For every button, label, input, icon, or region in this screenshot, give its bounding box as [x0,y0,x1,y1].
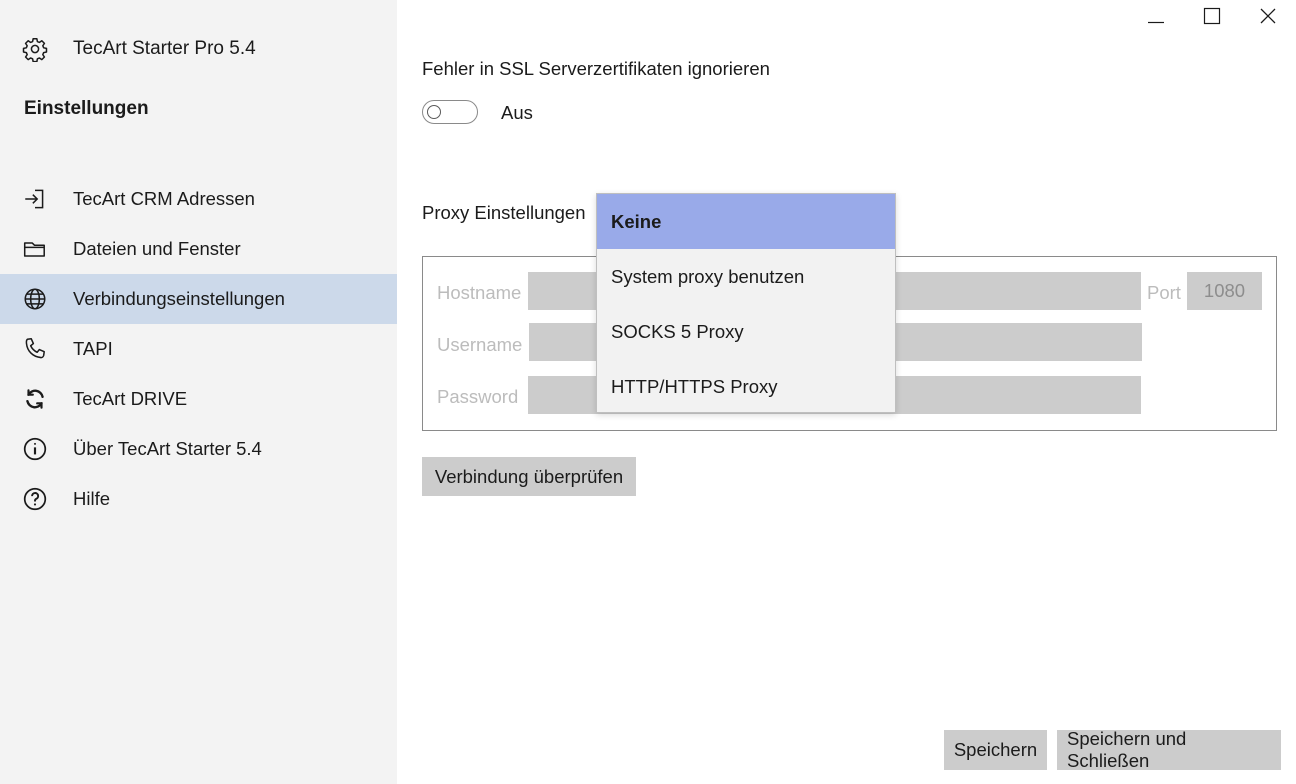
proxy-dropdown-list[interactable]: Keine System proxy benutzen SOCKS 5 Prox… [596,193,896,413]
phone-icon [22,336,48,362]
sidebar-item-dateien-fenster[interactable]: Dateien und Fenster [0,224,397,274]
sidebar-item-label: Hilfe [73,488,111,509]
sidebar-item-label: Dateien und Fenster [73,238,241,259]
dropdown-option-keine[interactable]: Keine [597,194,895,249]
sidebar-item-ueber[interactable]: Über TecArt Starter 5.4 [0,424,397,474]
dropdown-option-system-proxy[interactable]: System proxy benutzen [597,249,895,304]
sidebar-item-label: TAPI [73,338,113,359]
sidebar-item-verbindungseinstellungen[interactable]: Verbindungseinstellungen [0,274,397,324]
save-close-button[interactable]: Speichern und Schließen [1057,728,1281,771]
help-icon [22,486,48,512]
gear-icon [22,36,48,62]
username-label: Username [437,334,523,355]
port-label: Port [1147,282,1181,303]
ssl-toggle-state: Aus [501,102,533,123]
dropdown-option-socks5[interactable]: SOCKS 5 Proxy [597,304,895,359]
ssl-ignore-toggle[interactable] [422,100,478,124]
app-header: TecArt Starter Pro 5.4 [22,36,256,62]
sidebar-item-crm-adressen[interactable]: TecArt CRM Adressen [0,174,397,224]
ssl-ignore-label: Fehler in SSL Serverzertifikaten ignorie… [422,58,770,79]
sidebar-nav: TecArt CRM Adressen Dateien und Fenster [0,174,397,524]
sidebar: TecArt Starter Pro 5.4 Einstellungen Tec… [0,0,397,784]
proxy-settings-label: Proxy Einstellungen [422,202,586,223]
sidebar-item-tapi[interactable]: TAPI [0,324,397,374]
main-content: Fehler in SSL Serverzertifikaten ignorie… [397,0,1296,784]
section-heading: Einstellungen [24,98,149,119]
password-label: Password [437,386,519,407]
sidebar-item-label: TecArt CRM Adressen [73,188,255,209]
hostname-label: Hostname [437,282,522,303]
check-connection-button[interactable]: Verbindung überprüfen [422,457,636,496]
sidebar-item-tecart-drive[interactable]: TecArt DRIVE [0,374,397,424]
sidebar-item-label: Über TecArt Starter 5.4 [73,438,262,459]
sign-in-icon [22,186,48,212]
info-icon [22,436,48,462]
globe-icon [22,286,48,312]
dropdown-option-http[interactable]: HTTP/HTTPS Proxy [597,359,895,414]
folder-icon [22,236,48,262]
sidebar-item-label: Verbindungseinstellungen [73,288,285,309]
sidebar-item-hilfe[interactable]: Hilfe [0,474,397,524]
sidebar-item-label: TecArt DRIVE [73,388,188,409]
toggle-knob [427,105,441,119]
port-input[interactable]: 1080 [1187,272,1262,310]
sync-icon [22,386,48,412]
app-title: TecArt Starter Pro 5.4 [73,38,256,59]
save-button[interactable]: Speichern [944,730,1047,770]
